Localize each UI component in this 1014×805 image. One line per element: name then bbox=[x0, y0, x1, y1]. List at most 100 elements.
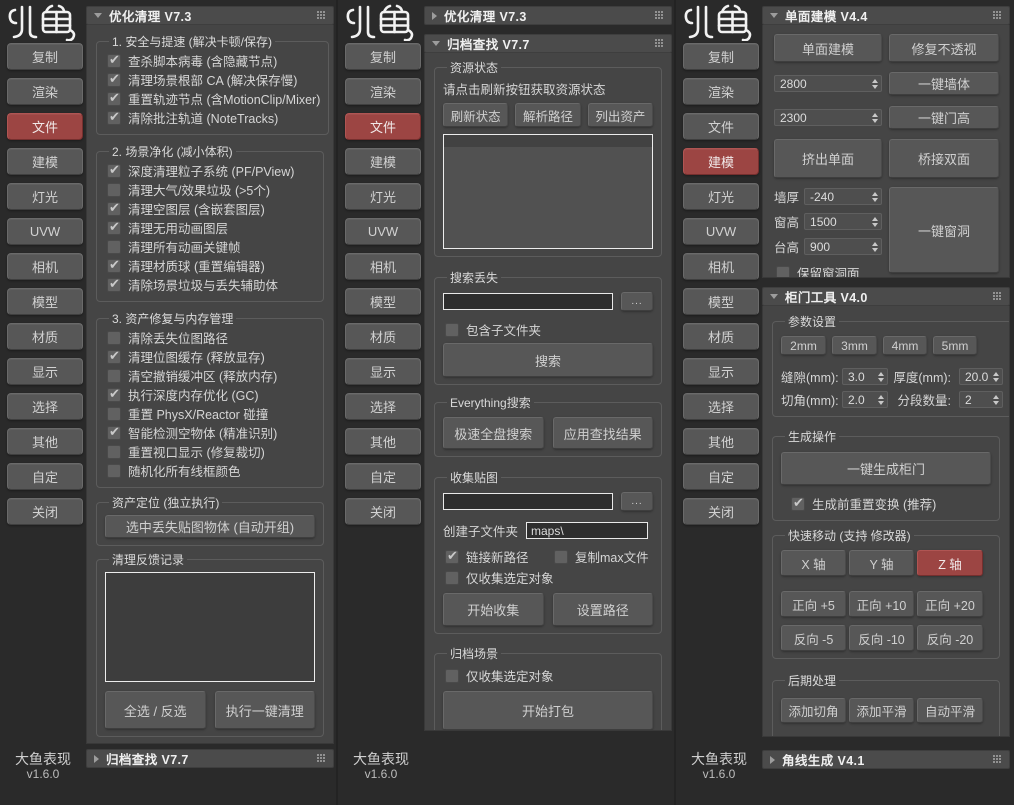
checkbox[interactable] bbox=[107, 368, 121, 383]
sidebar-item[interactable]: UVW bbox=[683, 218, 759, 245]
cleanup-option[interactable]: 清除批注轨道 (NoteTracks) bbox=[105, 108, 320, 127]
resource-status-listbox[interactable] bbox=[443, 134, 653, 249]
axis-button[interactable]: Z 轴 bbox=[917, 550, 983, 576]
one-click-door-height-button[interactable]: 一键门高 bbox=[889, 106, 999, 129]
cleanup-option[interactable]: 清理大气/效果垃圾 (>5个) bbox=[105, 180, 315, 199]
rollout-collapsed-arrow-icon[interactable] bbox=[94, 754, 99, 763]
sidebar-item[interactable]: 关闭 bbox=[683, 498, 759, 525]
browse-collect-path-button[interactable]: ... bbox=[621, 492, 653, 511]
sidebar-item[interactable]: 材质 bbox=[7, 323, 83, 350]
rollout-header-single-face[interactable]: 单面建模 V4.4 bbox=[762, 6, 1010, 25]
reset-transform-option[interactable]: 生成前重置变换 (推荐) bbox=[781, 494, 991, 513]
rollout-drag-handle-icon[interactable] bbox=[655, 39, 664, 48]
bridge-double-face-button[interactable]: 桥接双面 bbox=[889, 139, 999, 178]
checkbox[interactable] bbox=[107, 71, 121, 87]
checkbox[interactable] bbox=[107, 406, 121, 421]
checkbox[interactable] bbox=[107, 182, 121, 197]
rollout-collapsed-arrow-icon[interactable] bbox=[432, 11, 437, 20]
checkbox[interactable] bbox=[107, 90, 121, 106]
cleanup-option[interactable]: 执行深度内存优化 (GC) bbox=[105, 385, 315, 404]
sidebar-item[interactable]: 相机 bbox=[345, 253, 421, 280]
window-height-spinner[interactable]: 1500 bbox=[804, 213, 882, 230]
sidebar-item[interactable]: 其他 bbox=[345, 428, 421, 455]
move-positive-button[interactable]: 正向 +20 bbox=[917, 591, 983, 617]
cleanup-option[interactable]: 查杀脚本病毒 (含隐藏节点) bbox=[105, 51, 320, 70]
rollout-drag-handle-icon[interactable] bbox=[655, 11, 664, 20]
sidebar-item[interactable]: 材质 bbox=[345, 323, 421, 350]
cleanup-option[interactable]: 重置 PhysX/Reactor 碰撞 bbox=[105, 404, 315, 423]
sidebar-item[interactable]: UVW bbox=[7, 218, 83, 245]
sidebar-item[interactable]: 自定 bbox=[7, 463, 83, 490]
axis-button[interactable]: Y 轴 bbox=[849, 550, 914, 576]
checkbox[interactable] bbox=[107, 330, 121, 345]
generate-cabinet-door-button[interactable]: 一键生成柜门 bbox=[781, 452, 991, 485]
checkbox[interactable] bbox=[107, 463, 121, 478]
sidebar-item[interactable]: 相机 bbox=[683, 253, 759, 280]
rollout-expanded-arrow-icon[interactable] bbox=[94, 13, 102, 18]
wall-height-spinner[interactable]: 2800 bbox=[774, 75, 882, 92]
checkbox[interactable] bbox=[107, 219, 121, 235]
rollout-header-archive[interactable]: 归档查找 V7.7 bbox=[424, 34, 672, 53]
start-collect-button[interactable]: 开始收集 bbox=[443, 593, 544, 626]
sidebar-item[interactable]: 显示 bbox=[345, 358, 421, 385]
rollout-expanded-arrow-icon[interactable] bbox=[770, 13, 778, 18]
spinner-arrows-icon[interactable] bbox=[869, 110, 881, 125]
rollout-drag-handle-icon[interactable] bbox=[993, 755, 1002, 764]
cleanup-option[interactable]: 深度清理粒子系统 (PF/PView) bbox=[105, 161, 315, 180]
checkbox[interactable] bbox=[107, 52, 121, 68]
single-face-modeling-button[interactable]: 单面建模 bbox=[774, 34, 882, 62]
spinner-arrows-icon[interactable] bbox=[875, 392, 887, 407]
cleanup-option[interactable]: 重置视口显示 (修复裁切) bbox=[105, 442, 315, 461]
collect-only-selected-option[interactable]: 仅收集选定对象 bbox=[443, 568, 653, 587]
sidebar-item[interactable]: 自定 bbox=[345, 463, 421, 490]
start-pack-button[interactable]: 开始打包 bbox=[443, 691, 653, 730]
gap-spinner[interactable]: 3.0 bbox=[842, 368, 888, 385]
post-process-button[interactable]: 添加平滑 bbox=[849, 698, 914, 723]
sidebar-item[interactable]: 建模 bbox=[7, 148, 83, 175]
cleanup-option[interactable]: 清除丢失位图路径 bbox=[105, 328, 315, 347]
segments-spinner[interactable]: 2 bbox=[959, 391, 1003, 408]
cleanup-option[interactable]: 清除场景垃圾与丢失辅助体 bbox=[105, 275, 315, 294]
sidebar-item[interactable]: 渲染 bbox=[7, 78, 83, 105]
copy-max-file-option[interactable]: 复制max文件 bbox=[552, 547, 653, 566]
chamfer-spinner[interactable]: 2.0 bbox=[842, 391, 888, 408]
rollout-collapsed-arrow-icon[interactable] bbox=[770, 755, 775, 764]
cleanup-option[interactable]: 清理空图层 (含嵌套图层) bbox=[105, 199, 315, 218]
cleanup-option[interactable]: 清理场景根部 CA (解决保存慢) bbox=[105, 70, 320, 89]
checkbox[interactable] bbox=[445, 570, 459, 585]
sidebar-item[interactable]: 关闭 bbox=[345, 498, 421, 525]
sidebar-item[interactable]: 模型 bbox=[345, 288, 421, 315]
checkbox[interactable] bbox=[107, 239, 121, 254]
rollout-header-archive-collapsed[interactable]: 归档查找 V7.7 bbox=[86, 749, 334, 768]
gap-preset-button[interactable]: 4mm bbox=[883, 336, 927, 355]
sidebar-item[interactable]: 文件 bbox=[683, 113, 759, 140]
checkbox[interactable] bbox=[776, 265, 790, 277]
rollout-drag-handle-icon[interactable] bbox=[993, 11, 1002, 20]
checkbox[interactable] bbox=[107, 444, 121, 459]
cleanup-feedback-listbox[interactable] bbox=[105, 572, 315, 682]
spinner-arrows-icon[interactable] bbox=[875, 369, 887, 384]
door-height-spinner[interactable]: 2300 bbox=[774, 109, 882, 126]
checkbox[interactable] bbox=[107, 200, 121, 216]
sidebar-item[interactable]: 自定 bbox=[683, 463, 759, 490]
search-path-input[interactable] bbox=[443, 293, 613, 310]
cleanup-option[interactable]: 清理所有动画关键帧 bbox=[105, 237, 315, 256]
gap-preset-button[interactable]: 3mm bbox=[832, 336, 877, 355]
axis-button[interactable]: X 轴 bbox=[781, 550, 846, 576]
select-missing-map-objects-button[interactable]: 选中丢失贴图物体 (自动开组) bbox=[105, 515, 315, 538]
spinner-arrows-icon[interactable] bbox=[869, 189, 881, 204]
checkbox[interactable] bbox=[791, 495, 805, 511]
refresh-status-button[interactable]: 刷新状态 bbox=[443, 103, 509, 127]
resolve-paths-button[interactable]: 解析路径 bbox=[515, 103, 581, 127]
link-new-path-option[interactable]: 链接新路径 bbox=[443, 547, 544, 566]
gap-preset-button[interactable]: 2mm bbox=[781, 336, 826, 355]
rollout-drag-handle-icon[interactable] bbox=[317, 11, 326, 20]
checkbox[interactable] bbox=[107, 386, 121, 402]
checkbox[interactable] bbox=[445, 322, 459, 337]
pack-only-selected-option[interactable]: 仅收集选定对象 bbox=[443, 666, 653, 685]
sidebar-item[interactable]: 复制 bbox=[683, 43, 759, 70]
list-assets-button[interactable]: 列出资产 bbox=[587, 103, 653, 127]
search-button[interactable]: 搜索 bbox=[443, 343, 653, 377]
cleanup-option[interactable]: 重置轨迹节点 (含MotionClip/Mixer) bbox=[105, 89, 320, 108]
checkbox[interactable] bbox=[107, 162, 121, 178]
